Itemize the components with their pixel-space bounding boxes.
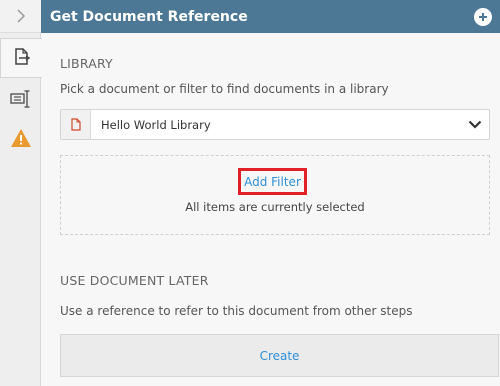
create-button[interactable]: Create (60, 334, 499, 377)
filter-drop-area (60, 155, 490, 235)
collapse-rail-button[interactable] (0, 0, 41, 33)
chevron-down-icon (468, 120, 482, 129)
left-rail (0, 0, 42, 386)
library-select[interactable]: Hello World Library (60, 109, 490, 140)
library-description: Pick a document or filter to find docume… (60, 82, 389, 96)
tab-output-variables[interactable] (0, 79, 41, 119)
document-export-icon (14, 48, 30, 65)
use-later-section-title: USE DOCUMENT LATER (60, 273, 209, 288)
document-icon (70, 118, 81, 131)
library-select-value: Hello World Library (101, 117, 211, 132)
tab-document-properties[interactable] (0, 38, 42, 78)
add-button[interactable] (474, 7, 492, 26)
warning-icon (10, 129, 31, 147)
filter-status-text: All items are currently selected (185, 200, 365, 214)
text-field-icon (9, 90, 29, 108)
get-document-reference-panel: Get Document Reference LIBRARY Pick a do… (0, 0, 500, 386)
add-filter-link[interactable]: Add Filter (238, 168, 307, 195)
add-circle-icon (479, 12, 487, 21)
panel-title: Get Document Reference (50, 8, 248, 25)
library-section-title: LIBRARY (60, 56, 113, 71)
panel-body: LIBRARY Pick a document or filter to fin… (41, 33, 500, 386)
chevron-right-icon (16, 9, 25, 23)
panel-header: Get Document Reference (41, 0, 500, 33)
use-later-description: Use a reference to refer to this documen… (60, 304, 413, 318)
library-dropdown-toggle[interactable] (461, 120, 489, 129)
tab-warnings[interactable] (0, 118, 41, 158)
library-icon-box (61, 110, 91, 139)
